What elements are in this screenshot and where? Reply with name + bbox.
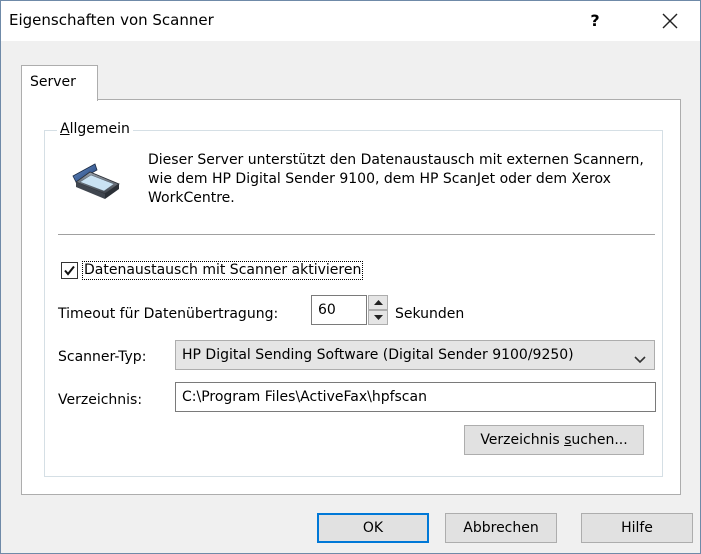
timeout-unit: Sekunden — [395, 306, 465, 322]
browse-directory-button[interactable]: Verzeichnis suchen... — [464, 425, 644, 455]
timeout-input[interactable]: 60 — [311, 295, 367, 325]
title-bar: Eigenschaften von Scanner ? — [1, 1, 700, 41]
close-icon[interactable] — [657, 8, 683, 34]
enable-exchange-label[interactable]: Datenaustausch mit Scanner aktivieren — [82, 261, 364, 280]
tab-strip: Server — [1, 41, 700, 101]
timeout-spinner — [368, 295, 388, 325]
scanner-type-label: Scanner-Typ: — [58, 349, 147, 365]
group-separator — [58, 234, 655, 235]
spin-up-button[interactable] — [368, 295, 388, 310]
tab-server[interactable]: Server — [21, 65, 98, 101]
properties-dialog: Eigenschaften von Scanner ? Server Allge… — [0, 0, 701, 554]
general-group: Allgemein Dieser Server unterstützt den … — [44, 121, 663, 477]
enable-exchange-checkbox[interactable] — [61, 262, 78, 279]
timeout-label: Timeout für Datenübertragung: — [58, 306, 279, 322]
help-button[interactable]: Hilfe — [581, 513, 693, 543]
ok-button[interactable]: OK — [317, 513, 429, 543]
server-tab-panel: Allgemein Dieser Server unterstützt den … — [21, 99, 681, 495]
window-title: Eigenschaften von Scanner — [9, 11, 214, 29]
chevron-down-icon — [634, 351, 646, 369]
tab-server-label: Server — [30, 74, 76, 90]
general-group-legend: Allgemein — [57, 121, 133, 137]
scanner-type-value: HP Digital Sending Software (Digital Sen… — [182, 347, 574, 363]
spin-down-button[interactable] — [368, 310, 388, 325]
scanner-icon — [71, 162, 121, 202]
server-description: Dieser Server unterstützt den Datenausta… — [148, 152, 644, 206]
help-title-button[interactable]: ? — [583, 9, 607, 33]
scanner-type-select[interactable]: HP Digital Sending Software (Digital Sen… — [175, 340, 655, 370]
directory-input[interactable]: C:\Program Files\ActiveFax\hpfscan — [175, 382, 656, 412]
directory-label: Verzeichnis: — [58, 392, 143, 408]
cancel-button[interactable]: Abbrechen — [445, 513, 557, 543]
